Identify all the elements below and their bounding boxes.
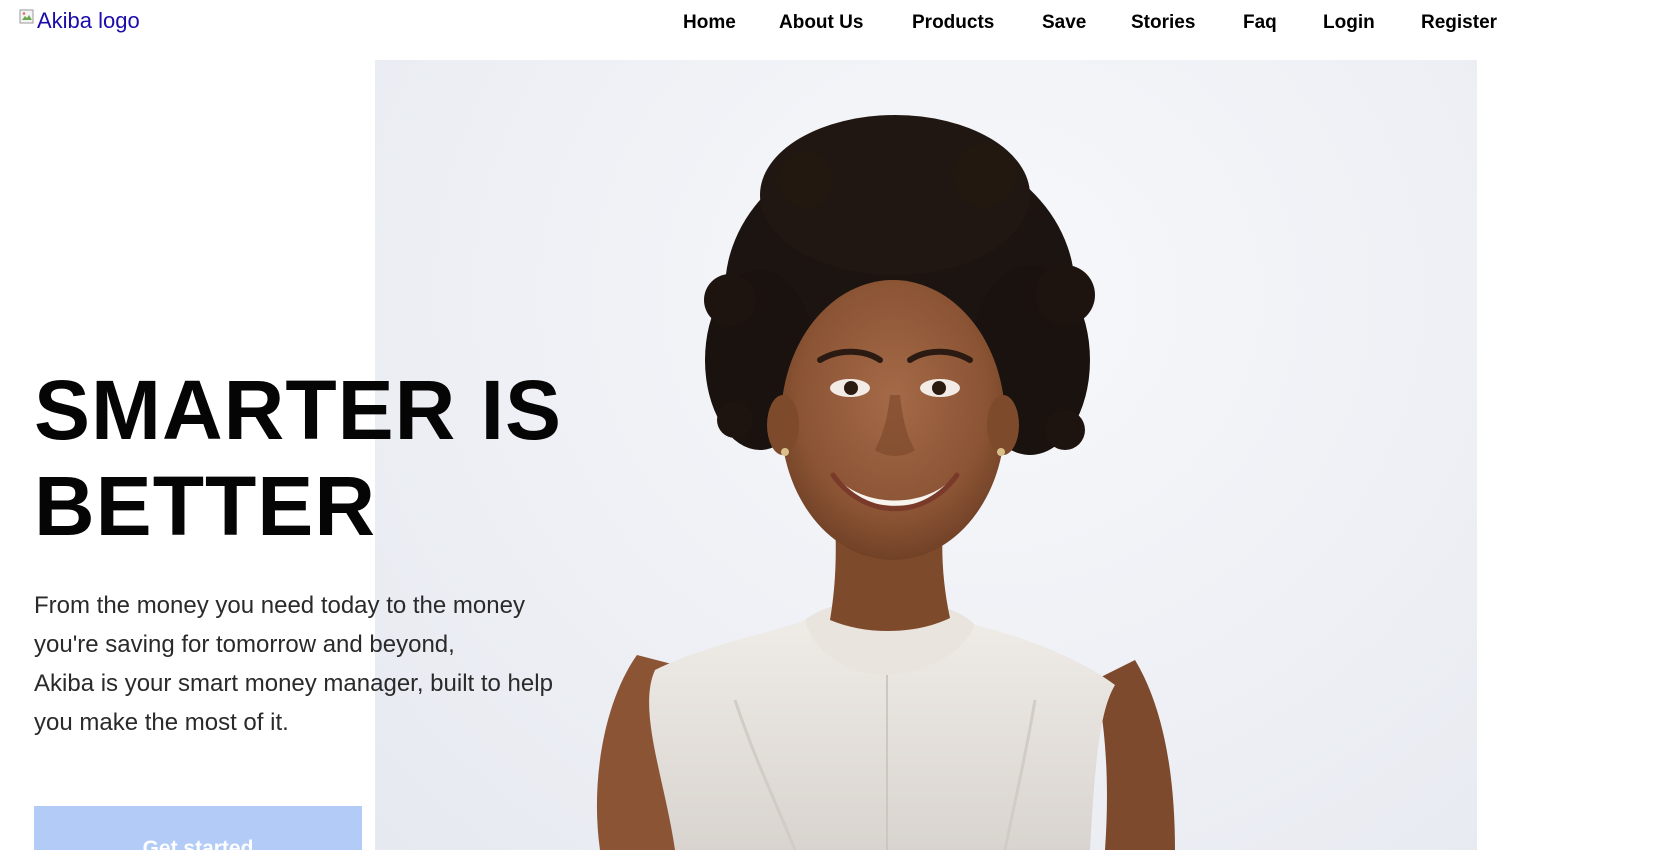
site-header: Akiba logo Home About Us Products Save S…: [0, 0, 1664, 58]
hero-headline: SMARTER IS BETTER: [34, 362, 562, 554]
main-nav: Home About Us Products Save Stories Faq …: [0, 10, 1664, 36]
headline-line-2: BETTER: [34, 459, 376, 553]
description-line-1: From the money you need today to the mon…: [34, 592, 525, 619]
nav-register[interactable]: Register: [1421, 10, 1497, 36]
nav-login[interactable]: Login: [1323, 10, 1375, 36]
description-line-3: Akiba is your smart money manager, built…: [34, 670, 553, 697]
headline-line-1: SMARTER IS: [34, 363, 563, 457]
nav-home[interactable]: Home: [683, 10, 736, 36]
get-started-button[interactable]: Get started: [34, 806, 362, 850]
description-line-2: you're saving for tomorrow and beyond,: [34, 631, 455, 658]
nav-save[interactable]: Save: [1042, 10, 1086, 36]
nav-products[interactable]: Products: [912, 10, 994, 36]
description-line-4: you make the most of it.: [34, 709, 289, 736]
nav-faq[interactable]: Faq: [1243, 10, 1277, 36]
nav-about-us[interactable]: About Us: [779, 10, 863, 36]
nav-stories[interactable]: Stories: [1131, 10, 1195, 36]
hero-description: From the money you need today to the mon…: [34, 586, 634, 742]
page: Akiba logo Home About Us Products Save S…: [0, 0, 1664, 850]
